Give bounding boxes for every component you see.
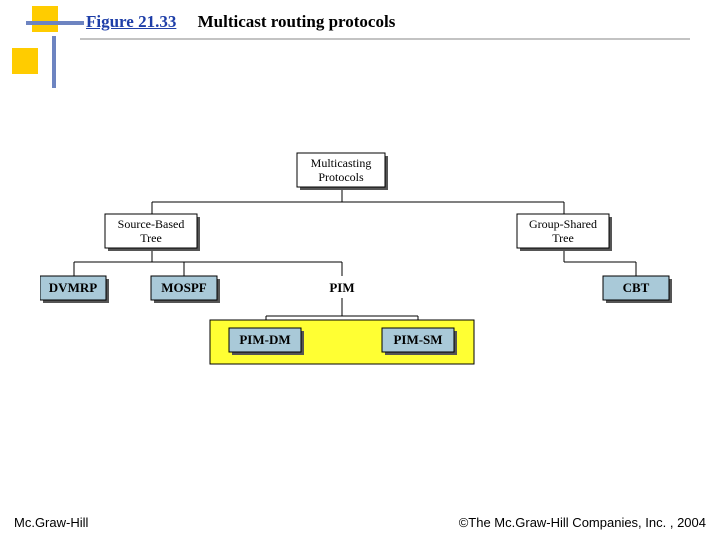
pimsm-label: PIM-SM: [393, 332, 442, 347]
gs-line2: Tree: [552, 231, 574, 245]
footer-left: Mc.Graw-Hill: [14, 515, 88, 530]
pimdm-label: PIM-DM: [239, 332, 290, 347]
pim-label: PIM: [329, 280, 354, 295]
figure-number: Figure 21.33: [86, 12, 176, 31]
cbt-label: CBT: [623, 280, 650, 295]
node-cbt: CBT: [603, 276, 672, 303]
node-group-shared: Group-Shared Tree: [517, 214, 612, 251]
accent-square-2: [12, 48, 38, 74]
node-mospf: MOSPF: [151, 276, 220, 303]
gs-line1: Group-Shared: [529, 217, 597, 231]
node-source-based: Source-Based Tree: [105, 214, 200, 251]
figure-title: Multicast routing protocols: [198, 12, 396, 31]
tree-diagram: Multicasting Protocols Source-Based Tree…: [40, 150, 680, 410]
accent-square-1: [32, 6, 58, 32]
connectors: [74, 188, 636, 328]
node-pim-sm: PIM-SM: [382, 328, 457, 355]
node-root: Multicasting Protocols: [297, 153, 388, 190]
sb-line2: Tree: [140, 231, 162, 245]
accent-bar-v: [52, 36, 56, 88]
accent-bar-h: [26, 21, 84, 25]
mospf-label: MOSPF: [161, 280, 207, 295]
footer-right: ©The Mc.Graw-Hill Companies, Inc. , 2004: [459, 515, 706, 530]
figure-heading: Figure 21.33 Multicast routing protocols: [86, 12, 395, 32]
root-line2: Protocols: [318, 170, 364, 184]
node-dvmrp: DVMRP: [40, 276, 109, 303]
heading-divider: [80, 38, 690, 40]
sb-line1: Source-Based: [118, 217, 185, 231]
root-line1: Multicasting: [311, 156, 372, 170]
dvmrp-label: DVMRP: [49, 280, 97, 295]
node-pim-dm: PIM-DM: [229, 328, 304, 355]
